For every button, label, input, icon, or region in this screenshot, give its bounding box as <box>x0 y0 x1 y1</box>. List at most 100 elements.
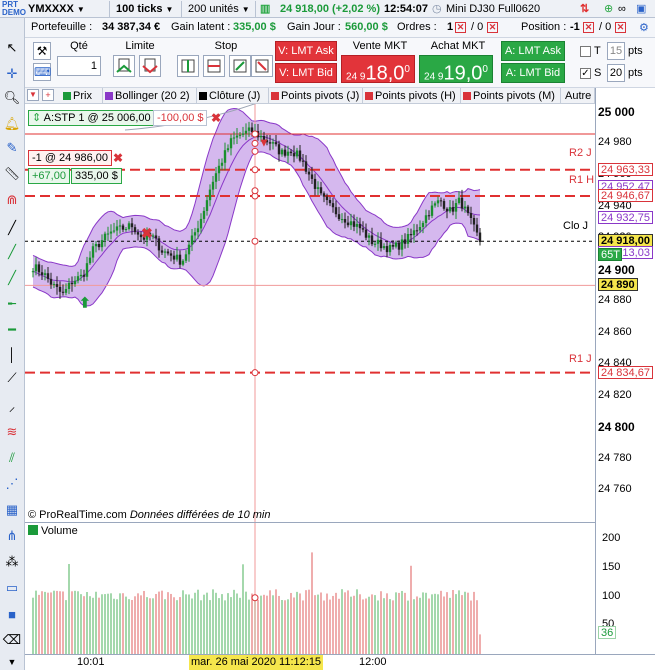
tab-pivots-month[interactable]: Points pivots (M) <box>461 88 561 104</box>
candle-body <box>64 289 68 293</box>
tab-pivots-hour[interactable]: Points pivots (H) <box>363 88 461 104</box>
link-icon[interactable]: ∞ <box>618 1 626 17</box>
sell-market-button[interactable]: 24 918,00 <box>341 55 415 85</box>
segment-icon[interactable]: ⸝ <box>2 396 22 416</box>
alert-icon[interactable]: ⊕ <box>604 1 613 17</box>
add-indicator-icon[interactable]: + <box>42 89 54 101</box>
pitchfork-icon[interactable]: ⋔ <box>2 526 22 546</box>
eraser-icon[interactable]: ⌫ <box>2 630 22 650</box>
candle-body <box>103 233 107 241</box>
units-select[interactable]: 200 unités ▼ <box>184 1 256 17</box>
candle-body <box>196 228 200 233</box>
tab-pivots-day[interactable]: Points pivots (J) <box>269 88 363 104</box>
candle-body <box>136 232 140 235</box>
chart-type-icon[interactable]: ▥ <box>260 1 274 17</box>
candle-body <box>97 244 101 248</box>
square-tool-icon[interactable]: ■ <box>2 604 22 624</box>
trend-line-icon[interactable]: ╱ <box>2 242 22 262</box>
price-tag-r1h: 24 946,67 <box>598 189 653 202</box>
stop-order-tag[interactable]: ⇕ A:STP 1 @ 25 006,00 <box>28 110 155 126</box>
ray-line-icon[interactable]: ╱ <box>2 268 22 288</box>
tab-price-label: Prix <box>73 90 92 102</box>
candle-body <box>469 213 473 218</box>
collapse-arrow-icon[interactable]: ▼ <box>27 89 39 101</box>
pencil-off-icon[interactable]: ✎ <box>2 138 22 158</box>
channel-icon[interactable]: ⫽ <box>2 448 22 468</box>
tab-bollinger[interactable]: Bollinger (20 2) <box>103 88 197 104</box>
limit-sell-icon[interactable] <box>139 55 161 77</box>
alarm-bell-icon[interactable]: 🔔︎ <box>2 114 22 134</box>
account-info-row: Portefeuille : 34 387,34 € Gain latent :… <box>25 18 655 38</box>
chevron-down-icon: ▼ <box>241 5 250 14</box>
close-orders-icon[interactable]: ✕ <box>487 22 498 33</box>
candle-body <box>88 257 92 264</box>
sell-limit-ask-button[interactable]: V: LMT Ask <box>275 41 337 61</box>
time-tick-1200: 12:00 <box>359 656 387 668</box>
candle-body <box>325 196 329 201</box>
stop-limit-sell-icon[interactable] <box>251 55 273 77</box>
candle-body <box>82 274 86 277</box>
quantity-input[interactable] <box>57 56 101 76</box>
close-orders-icon[interactable]: ✕ <box>455 22 466 33</box>
close-swatch-icon <box>199 92 207 100</box>
magnet-icon[interactable]: ⋒ <box>2 190 22 210</box>
sell-limit-bid-button[interactable]: V: LMT Bid <box>275 63 337 83</box>
time-axis[interactable]: 10:01 mar. 26 mai 2020 11:12:15 12:00 <box>25 654 655 670</box>
zoom-tool-icon[interactable]: 🔍︎ <box>2 88 22 108</box>
tab-price[interactable]: Prix <box>61 88 103 104</box>
keyboard-icon[interactable]: ⌨ <box>33 63 51 81</box>
sell-price-main: 18,0 <box>365 62 405 85</box>
candle-body <box>208 189 212 201</box>
ticks-select[interactable]: 100 ticks ▼ <box>112 1 182 17</box>
limit-buy-icon[interactable] <box>113 55 135 77</box>
text-tool-icon[interactable]: ⁂ <box>2 552 22 572</box>
close-position-icon[interactable]: ✕ <box>615 22 626 33</box>
volume-svg <box>32 523 481 655</box>
ruler-icon[interactable]: 📏︎ <box>2 164 22 184</box>
stop-checkbox[interactable]: ✓ <box>580 68 591 79</box>
symbol-select[interactable]: YMXXXX ▼ <box>24 1 110 17</box>
horizontal-line-icon[interactable]: ╾ <box>2 294 22 314</box>
candle-body <box>472 217 476 225</box>
fan-icon[interactable]: ⋰ <box>2 474 22 494</box>
swap-arrows-icon[interactable]: ⇅ <box>580 1 589 17</box>
horizontal-ray-icon[interactable]: ━ <box>2 320 22 340</box>
stop-limit-buy-icon[interactable] <box>229 55 251 77</box>
fibonacci-icon[interactable]: ≋ <box>2 422 22 442</box>
window-icon[interactable]: ▣ <box>636 1 646 17</box>
rectangle-tool-icon[interactable]: ▭ <box>2 578 22 598</box>
settings-gear-icon[interactable]: ⚙ <box>639 21 649 34</box>
gann-icon[interactable]: ▦ <box>2 500 22 520</box>
candle-body <box>460 197 464 209</box>
tab-other[interactable]: Autre <box>561 88 595 104</box>
cursor-tool-icon[interactable]: ↖ <box>2 38 22 58</box>
buy-market-button[interactable]: 24 919,00 <box>419 55 493 85</box>
buy-limit-bid-button[interactable]: A: LMT Bid <box>501 63 565 83</box>
candle-body <box>163 251 167 253</box>
angle-line-icon[interactable]: ⟋ <box>2 368 22 388</box>
candle-body <box>46 273 50 279</box>
tools-icon[interactable]: ⚒ <box>33 42 51 60</box>
cancel-stop-order-icon[interactable]: ✖ <box>211 111 221 125</box>
scroll-down-icon[interactable]: ▼ <box>2 652 22 670</box>
candle-body <box>127 223 131 230</box>
stop-pts-input[interactable]: 20 <box>607 64 625 82</box>
price-tick: 24 780 <box>598 451 632 464</box>
target-pts-input[interactable]: 15 <box>607 42 625 60</box>
tab-close[interactable]: Clôture (J) <box>197 88 269 104</box>
close-position-tag-icon[interactable]: ✖ <box>113 151 123 165</box>
volume-panel[interactable]: Volume <box>25 522 595 655</box>
buy-limit-ask-button[interactable]: A: LMT Ask <box>501 41 565 61</box>
target-checkbox[interactable] <box>580 46 591 57</box>
stop-sell-icon[interactable] <box>203 55 225 77</box>
stop-buy-icon[interactable] <box>177 55 199 77</box>
position-tag[interactable]: -1 @ 24 986,00 <box>28 150 112 166</box>
line-tool-icon[interactable]: ╱ <box>2 218 22 238</box>
close-position-icon[interactable]: ✕ <box>583 22 594 33</box>
crosshair-tool-icon[interactable]: ✛ <box>2 64 22 84</box>
price-tick: 24 820 <box>598 388 632 401</box>
chevron-down-icon: ▼ <box>76 5 85 14</box>
price-axis[interactable]: 25 00024 98024 96024 94024 92024 90024 8… <box>595 88 655 654</box>
price-chart[interactable]: ✖ ⬆ ▼ ⇕ A:STP 1 @ 25 006,00 -100,00 $ ✖ -1… <box>25 95 595 522</box>
vertical-line-icon[interactable]: │ <box>2 344 22 364</box>
